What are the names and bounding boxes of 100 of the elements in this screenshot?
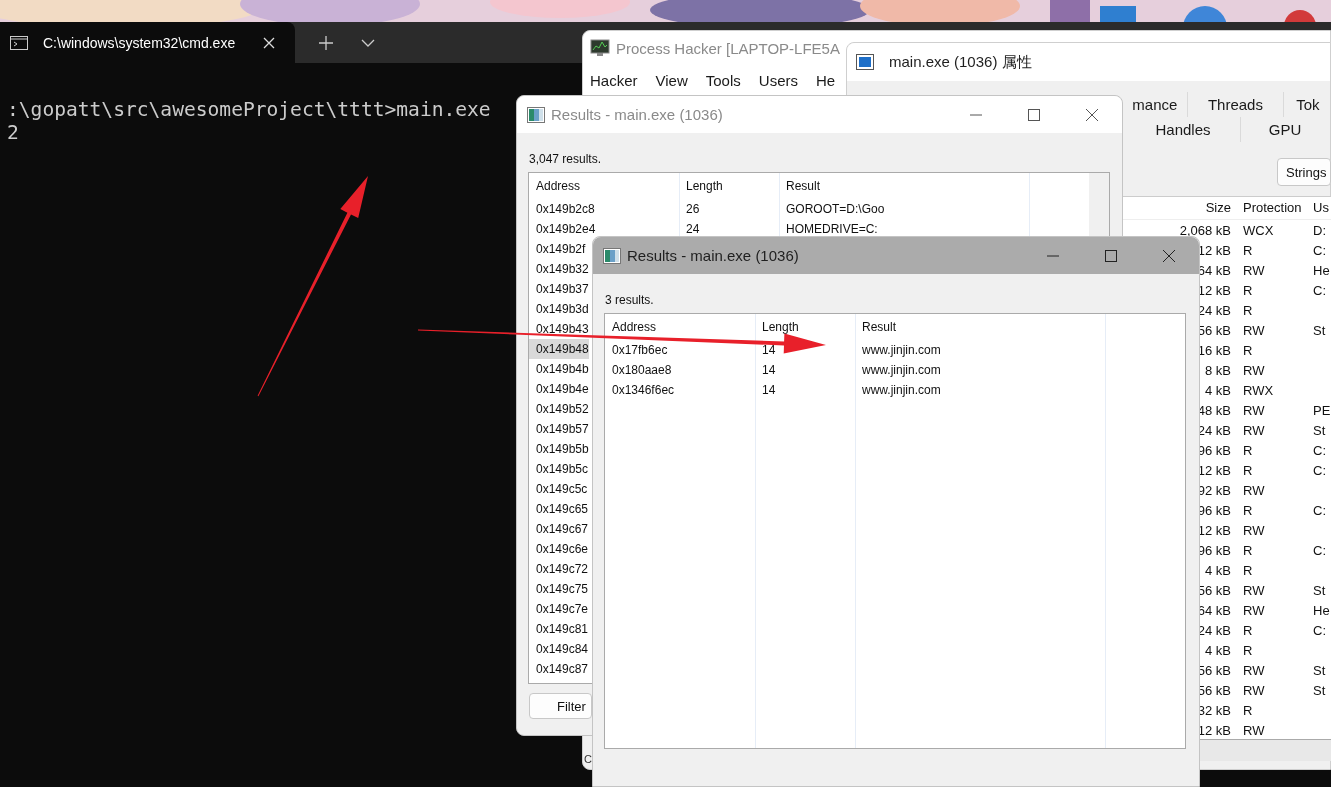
terminal-icon: [10, 35, 28, 50]
table-cell[interactable]: 0x149b5b: [529, 439, 589, 459]
table-cell-text: RW: [1242, 402, 1265, 418]
table-cell-text: RW: [1242, 262, 1265, 278]
column-header[interactable]: Size: [1205, 197, 1237, 219]
table-cell-text: www.jinjin.com: [861, 362, 941, 379]
table-cell-text: R: [1242, 282, 1253, 298]
table-cell[interactable]: 0x180aae8: [605, 360, 672, 380]
table-cell-text: R: [1242, 702, 1253, 718]
table-cell-text: 4 kB: [1205, 642, 1232, 658]
filter-button[interactable]: Filter: [529, 693, 592, 719]
window-icon: [527, 106, 545, 123]
table-cell[interactable]: 0x149b43: [529, 319, 589, 339]
table-cell[interactable]: 0x17fb6ec: [605, 340, 668, 360]
plus-icon[interactable]: [318, 34, 334, 51]
table-cell-text: PE: [1312, 402, 1331, 418]
table-cell[interactable]: 0x149c84: [529, 639, 589, 659]
table-cell[interactable]: 0x149c75: [529, 579, 589, 599]
strings-button[interactable]: Strings: [1277, 158, 1331, 186]
table-cell-text: RW: [1242, 482, 1265, 498]
table-cell[interactable]: 0x1346f6ec: [605, 380, 675, 400]
table-cell[interactable]: 0x149c67: [529, 519, 589, 539]
menu-item[interactable]: Hacker: [590, 71, 638, 89]
chevron-down-icon[interactable]: [361, 38, 375, 47]
column-header[interactable]: Result: [855, 317, 896, 337]
window-icon: [603, 247, 621, 264]
table-cell-text: 16 kB: [1197, 342, 1232, 358]
window-title: Results - main.exe (1036): [551, 106, 723, 123]
results-count: 3,047 results.: [529, 152, 603, 168]
console-line: :\gopatt\src\awesomeProject\tttt>main.exe: [7, 98, 491, 121]
window-icon: [856, 54, 874, 70]
table-cell-text: HOMEDRIVE=C:: [785, 221, 878, 238]
table-cell-text: RW: [1242, 662, 1265, 678]
table-cell[interactable]: 0x149c81: [529, 619, 589, 639]
table-cell[interactable]: 0x149c72: [529, 559, 589, 579]
table-cell-text: He: [1312, 262, 1330, 278]
table-cell[interactable]: 0x149b57: [529, 419, 589, 439]
table-cell-text: RW: [1242, 322, 1265, 338]
table-cell-text: RW: [1242, 522, 1265, 538]
table-cell-text: R: [1242, 342, 1253, 358]
table-cell-text: C:: [1312, 502, 1326, 518]
table-cell-text: RW: [1242, 602, 1265, 618]
table-cell-text: RW: [1242, 422, 1265, 438]
column-header[interactable]: Us: [1311, 197, 1329, 219]
menu-item[interactable]: Tools: [705, 71, 741, 89]
table-cell-text: RWX: [1242, 382, 1274, 398]
table-cell-text: RW: [1242, 722, 1265, 738]
table-cell-text: www.jinjin.com: [861, 342, 941, 359]
menu-item[interactable]: He: [815, 71, 836, 89]
table-cell[interactable]: 0x149c87: [529, 659, 589, 679]
table-cell-text: 24: [685, 221, 700, 238]
table-cell-text: R: [1242, 542, 1253, 558]
table-cell[interactable]: 0x149b4b: [529, 359, 589, 379]
table-cell-text: R: [1242, 622, 1253, 638]
table-cell-text: C:: [1312, 622, 1326, 638]
table-cell-text: D:: [1312, 222, 1326, 238]
table-cell-text: R: [1242, 642, 1253, 658]
column-header[interactable]: Address: [605, 317, 657, 337]
menu-item[interactable]: View: [655, 71, 688, 89]
table-cell-text: RW: [1242, 362, 1265, 378]
table-cell-text: R: [1242, 462, 1253, 478]
table-cell[interactable]: 0x149b37: [529, 279, 589, 299]
table-cell-text: R: [1242, 302, 1253, 318]
table-cell-text: 26: [685, 201, 700, 218]
table-cell[interactable]: 0x149b3d: [529, 299, 589, 319]
terminal-tab[interactable]: C:\windows\system32\cmd.exe: [0, 22, 295, 63]
table-cell[interactable]: 0x149c65: [529, 499, 589, 519]
table-cell-text: C:: [1312, 442, 1326, 458]
table-cell-text: GOROOT=D:\Goo: [785, 201, 885, 218]
column-header[interactable]: Protection: [1237, 197, 1302, 219]
table-cell[interactable]: 0x149b52: [529, 399, 589, 419]
table-cell-text: 14: [761, 382, 776, 399]
table-cell-text: www.jinjin.com: [861, 382, 941, 399]
table-cell[interactable]: 0x149b5c: [529, 459, 589, 479]
window-title: Process Hacker [LAPTOP-LFE5A: [616, 39, 840, 57]
table-cell[interactable]: 0x149c5c: [529, 479, 588, 499]
column-header[interactable]: Length: [755, 317, 799, 337]
close-icon[interactable]: [1163, 249, 1175, 262]
results-count: 3 results.: [605, 293, 655, 309]
table-cell-text: St: [1312, 422, 1326, 438]
table-cell-text: St: [1312, 662, 1326, 678]
column-header[interactable]: Result: [779, 176, 820, 196]
table-cell[interactable]: 0x149b2e4: [529, 219, 596, 239]
maximize-icon[interactable]: [1028, 108, 1040, 121]
table-cell-text: 2,068 kB: [1179, 222, 1232, 238]
table-cell[interactable]: 0x149c6e: [529, 539, 589, 559]
table-cell[interactable]: 0x149b2c8: [529, 199, 595, 219]
table-cell[interactable]: 0x149b48: [529, 339, 589, 359]
maximize-icon[interactable]: [1105, 249, 1117, 262]
table-cell[interactable]: 0x149b2f: [529, 239, 586, 259]
close-icon[interactable]: [1086, 108, 1098, 121]
column-header[interactable]: Length: [679, 176, 723, 196]
table-cell[interactable]: 0x149c7e: [529, 599, 589, 619]
tab-title: C:\windows\system32\cmd.exe: [43, 34, 236, 51]
column-header[interactable]: Address: [529, 176, 581, 196]
menu-item[interactable]: Users: [758, 71, 798, 89]
table-cell[interactable]: 0x149b32: [529, 259, 589, 279]
table-cell[interactable]: 0x149b4e: [529, 379, 589, 399]
table-cell-text: RW: [1242, 682, 1265, 698]
table-cell-text: WCX: [1242, 222, 1274, 238]
